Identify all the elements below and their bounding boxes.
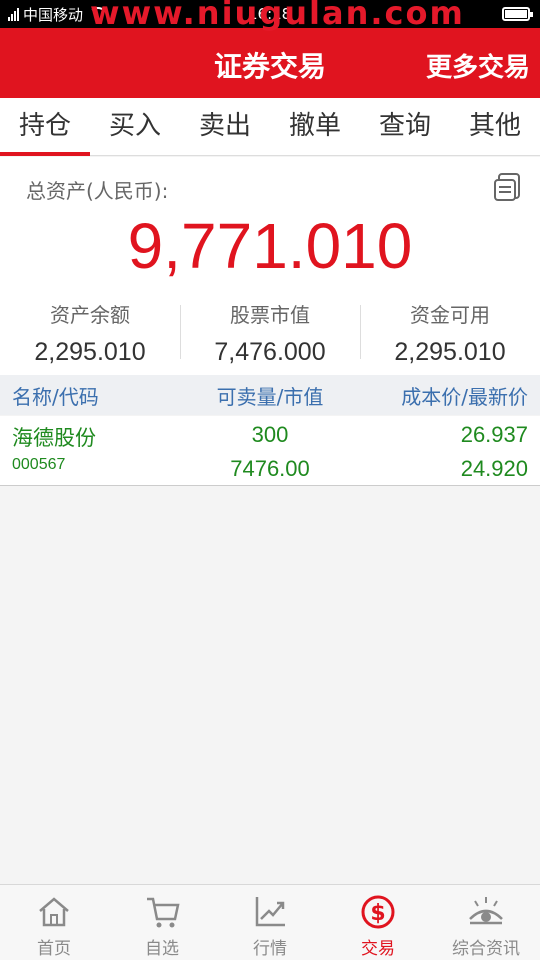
home-icon — [39, 897, 69, 927]
stat-balance: 资产余额 2,295.010 — [0, 297, 180, 367]
eye-icon — [469, 897, 503, 925]
tab-holdings[interactable]: 持仓 — [0, 98, 90, 156]
stat-label: 资产余额 — [50, 303, 130, 327]
sellable-quantity: 300 — [251, 422, 289, 447]
nav-label: 交易 — [361, 939, 395, 959]
total-assets-label: 总资产(人民币): — [26, 179, 169, 203]
statement-icon[interactable] — [492, 171, 524, 203]
nav-quotes[interactable]: 行情 — [216, 885, 324, 960]
nav-news[interactable]: 综合资讯 — [432, 885, 540, 960]
asset-stats: 资产余额 2,295.010 股票市值 7,476.000 资金可用 2,295… — [0, 297, 540, 367]
nav-watchlist[interactable]: 自选 — [108, 885, 216, 960]
tab-cancel[interactable]: 撤单 — [270, 98, 360, 155]
trade-tabs: 持仓 买入 卖出 撤单 查询 其他 — [0, 98, 540, 156]
holdings-table-header: 名称/代码 可卖量/市值 成本价/最新价 — [0, 375, 540, 415]
stat-value: 7,476.000 — [214, 338, 326, 366]
stat-label: 股票市值 — [230, 303, 310, 327]
tab-buy[interactable]: 买入 — [90, 98, 180, 155]
dollar-circle-icon: $ — [361, 895, 395, 929]
stat-value: 2,295.010 — [34, 338, 146, 366]
stat-available: 资金可用 2,295.010 — [360, 297, 540, 367]
latest-price: 24.920 — [460, 456, 528, 481]
app-header: 证券交易 更多交易 — [0, 28, 540, 98]
assets-panel: 总资产(人民币): 9,771.010 资产余额 2,295.010 股票市值 … — [0, 157, 540, 375]
carrier-name: 中国移动 — [23, 5, 84, 24]
tab-other[interactable]: 其他 — [450, 98, 540, 155]
more-trade-button[interactable]: 更多交易 — [426, 47, 530, 84]
battery-icon — [502, 7, 533, 21]
stat-value: 2,295.010 — [394, 338, 506, 366]
nav-label: 自选 — [145, 939, 179, 959]
nav-label: 行情 — [253, 939, 287, 959]
bottom-nav: 首页 自选 行情 $ 交易 综合资讯 — [0, 884, 540, 960]
nav-home[interactable]: 首页 — [0, 885, 108, 960]
signal-icon — [8, 7, 19, 21]
cost-price: 26.937 — [460, 422, 528, 447]
tab-query[interactable]: 查询 — [360, 98, 450, 155]
total-assets-value: 9,771.010 — [127, 210, 413, 282]
trend-chart-icon — [255, 897, 285, 927]
market-value: 7476.00 — [230, 456, 310, 481]
stat-label: 资金可用 — [410, 303, 490, 327]
nav-trade[interactable]: $ 交易 — [324, 885, 432, 960]
table-row[interactable]: 海德股份 000567 300 7476.00 26.937 24.920 — [0, 416, 540, 486]
column-header-price: 成本价/最新价 — [401, 384, 528, 409]
svg-text:$: $ — [370, 901, 385, 926]
nav-label: 首页 — [37, 939, 71, 959]
tab-sell[interactable]: 卖出 — [180, 98, 270, 155]
nav-label: 综合资讯 — [452, 939, 520, 959]
stat-market-value: 股票市值 7,476.000 — [180, 297, 360, 367]
watermark: www.niugulan.com — [90, 0, 465, 32]
cart-icon — [147, 897, 180, 928]
